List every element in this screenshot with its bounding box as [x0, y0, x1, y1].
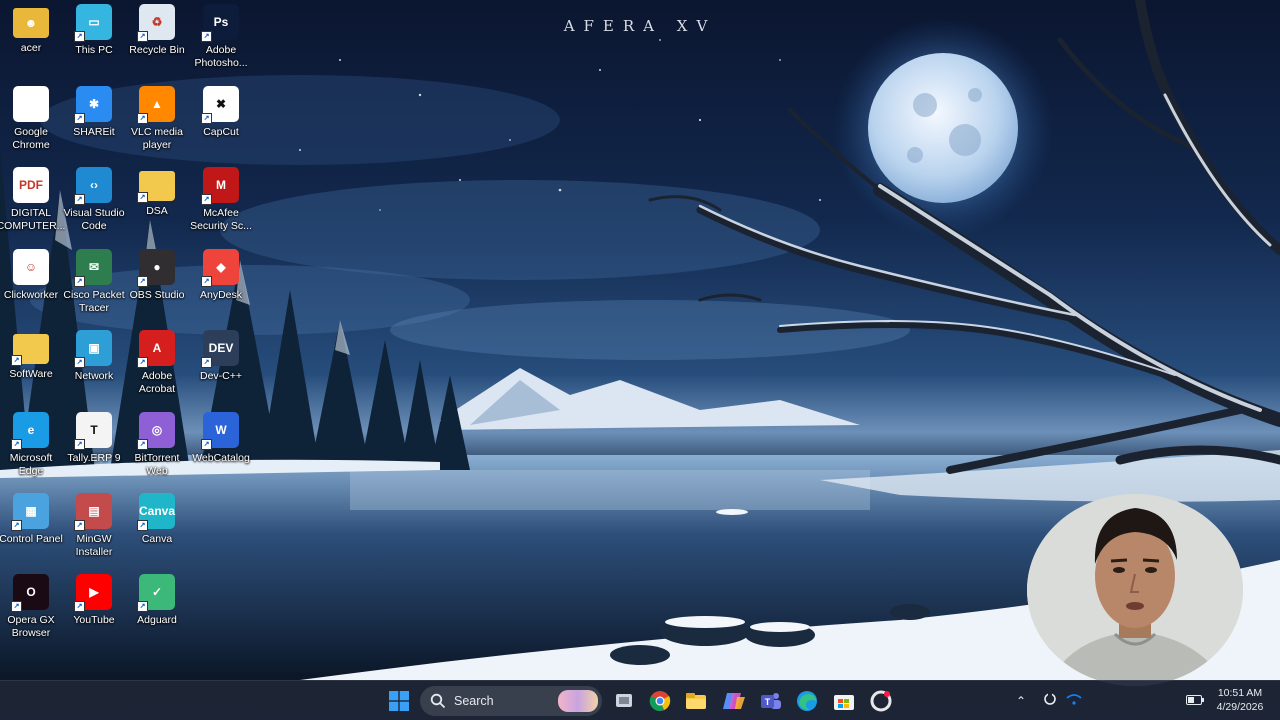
bittorrent-icon: ◎ ↗: [137, 412, 175, 450]
desktop-icon[interactable]: ◆ ↗ AnyDesk: [183, 245, 259, 325]
shortcut-arrow-icon: ↗: [201, 31, 212, 42]
shortcut-arrow-icon: ↗: [74, 601, 85, 612]
show-hidden-icons-chevron-icon[interactable]: ⌃: [1012, 694, 1030, 708]
clock-time: 10:51 AM: [1217, 687, 1263, 699]
shortcut-arrow-icon: ↗: [137, 439, 148, 450]
anydesk-icon: ◆ ↗: [201, 249, 239, 287]
shortcut-arrow-icon: ↗: [201, 439, 212, 450]
battery-area: [1186, 681, 1204, 720]
vlc-icon: ▲ ↗: [137, 86, 175, 124]
capcut-icon: ✖ ↗: [201, 86, 239, 124]
shortcut-arrow-icon: ↗: [201, 113, 212, 124]
system-tray: ⌃: [1012, 681, 1086, 720]
shortcut-arrow-icon: ↗: [11, 601, 22, 612]
webcatalog-icon: W ↗: [201, 412, 239, 450]
shortcut-arrow-icon: ↗: [137, 31, 148, 42]
shortcut-arrow-icon: ↗: [11, 439, 22, 450]
folder-icon: ↗: [137, 171, 175, 203]
network-icon[interactable]: [1066, 692, 1086, 710]
desktop-icon-label: Dev-C++: [199, 370, 242, 382]
vscode-icon: ‹› ↗: [74, 167, 112, 205]
chrome-icon: ◉: [13, 86, 49, 122]
control-panel-icon: ▦ ↗: [11, 493, 49, 531]
computer-icon: ▭ ↗: [74, 4, 112, 42]
task-view-icon[interactable]: [610, 687, 638, 715]
desktop-icon-label: WebCatalog: [192, 452, 250, 464]
svg-text:T: T: [765, 697, 771, 707]
adguard-icon: ✓ ↗: [137, 574, 175, 612]
taskbar: Search T ⌃ 10:51 AM 4/29/2026: [0, 680, 1280, 720]
desktop-icon[interactable]: Canva ↗ Canva: [119, 489, 195, 569]
desktop-icon[interactable]: M ↗ McAfee Security Sc...: [183, 163, 259, 243]
sync-icon[interactable]: [1038, 692, 1062, 711]
desktop-icon[interactable]: ✓ ↗ Adguard: [119, 570, 195, 650]
desktop-icon[interactable]: W ↗ WebCatalog: [183, 408, 259, 488]
shortcut-arrow-icon: ↗: [137, 276, 148, 287]
shortcut-arrow-icon: ↗: [137, 192, 148, 203]
windows-start-icon[interactable]: [385, 687, 413, 715]
search-placeholder: Search: [454, 694, 494, 708]
mcafee-icon: M ↗: [201, 167, 239, 205]
desktop-icon[interactable]: DEV ↗ Dev-C++: [183, 326, 259, 406]
canva-icon: Canva ↗: [137, 493, 175, 531]
desktop-icon-label: Adobe Photosho...: [194, 44, 248, 69]
taskbar-search-box[interactable]: Search: [420, 686, 602, 716]
shortcut-arrow-icon: ↗: [137, 357, 148, 368]
cisco-packet-tracer-icon: ✉ ↗: [74, 249, 112, 287]
desktop-icon-label: CapCut: [203, 126, 239, 138]
presenter-video: [1027, 494, 1243, 686]
obs-icon: ● ↗: [137, 249, 175, 287]
mingw-installer-icon: ▤ ↗: [74, 493, 112, 531]
desktop-icon-label: Canva: [141, 533, 173, 545]
shortcut-arrow-icon: ↗: [11, 355, 22, 366]
network-icon: ▣ ↗: [74, 330, 112, 368]
shortcut-arrow-icon: ↗: [11, 520, 22, 531]
shortcut-arrow-icon: ↗: [74, 439, 85, 450]
shortcut-arrow-icon: ↗: [74, 194, 85, 205]
edge-icon[interactable]: [793, 687, 821, 715]
folder-icon: ↗: [11, 334, 49, 366]
shortcut-arrow-icon: ↗: [74, 276, 85, 287]
user-folder-icon: ☻: [13, 8, 49, 38]
recycle-bin-icon: ♻ ↗: [137, 4, 175, 42]
dev-cpp-icon: DEV ↗: [201, 330, 239, 368]
search-icon: [430, 693, 446, 709]
shortcut-arrow-icon: ↗: [74, 357, 85, 368]
shortcut-arrow-icon: ↗: [201, 276, 212, 287]
opera-gx-icon: O ↗: [11, 574, 49, 612]
desktop-icon-label: Adguard: [137, 614, 177, 626]
microsoft-store-icon[interactable]: [830, 687, 858, 715]
chrome-icon[interactable]: [646, 687, 674, 715]
shortcut-arrow-icon: ↗: [137, 520, 148, 531]
file-explorer-icon[interactable]: [682, 687, 710, 715]
shortcut-arrow-icon: ↗: [74, 113, 85, 124]
desktop-icon-label: AnyDesk: [199, 289, 242, 301]
edge-icon: e ↗: [11, 412, 49, 450]
teams-icon[interactable]: T: [757, 687, 785, 715]
copilot-icon[interactable]: [720, 687, 748, 715]
adobe-acrobat-icon: A ↗: [137, 330, 175, 368]
opera-gx-icon[interactable]: [867, 687, 895, 715]
webcam-overlay: [1027, 494, 1243, 686]
shareit-icon: ✱ ↗: [74, 86, 112, 124]
desktop-icon-label: McAfee Security Sc...: [190, 207, 252, 232]
pdf-file-icon: PDF: [13, 167, 49, 203]
battery-icon[interactable]: [1186, 692, 1204, 710]
shortcut-arrow-icon: ↗: [137, 113, 148, 124]
search-highlight-art: [558, 690, 598, 712]
desktop-icon[interactable]: Ps ↗ Adobe Photosho...: [183, 0, 259, 80]
shortcut-arrow-icon: ↗: [201, 357, 212, 368]
shortcut-arrow-icon: ↗: [74, 31, 85, 42]
clickworker-icon: ☺: [13, 249, 49, 285]
tally-icon: T ↗: [74, 412, 112, 450]
system-clock[interactable]: 10:51 AM 4/29/2026: [1208, 686, 1272, 714]
desktop-icon[interactable]: ✖ ↗ CapCut: [183, 82, 259, 162]
shortcut-arrow-icon: ↗: [74, 520, 85, 531]
youtube-icon: ▶ ↗: [74, 574, 112, 612]
photoshop-icon: Ps ↗: [201, 4, 239, 42]
shortcut-arrow-icon: ↗: [201, 194, 212, 205]
clock-date: 4/29/2026: [1216, 701, 1264, 713]
shortcut-arrow-icon: ↗: [137, 601, 148, 612]
